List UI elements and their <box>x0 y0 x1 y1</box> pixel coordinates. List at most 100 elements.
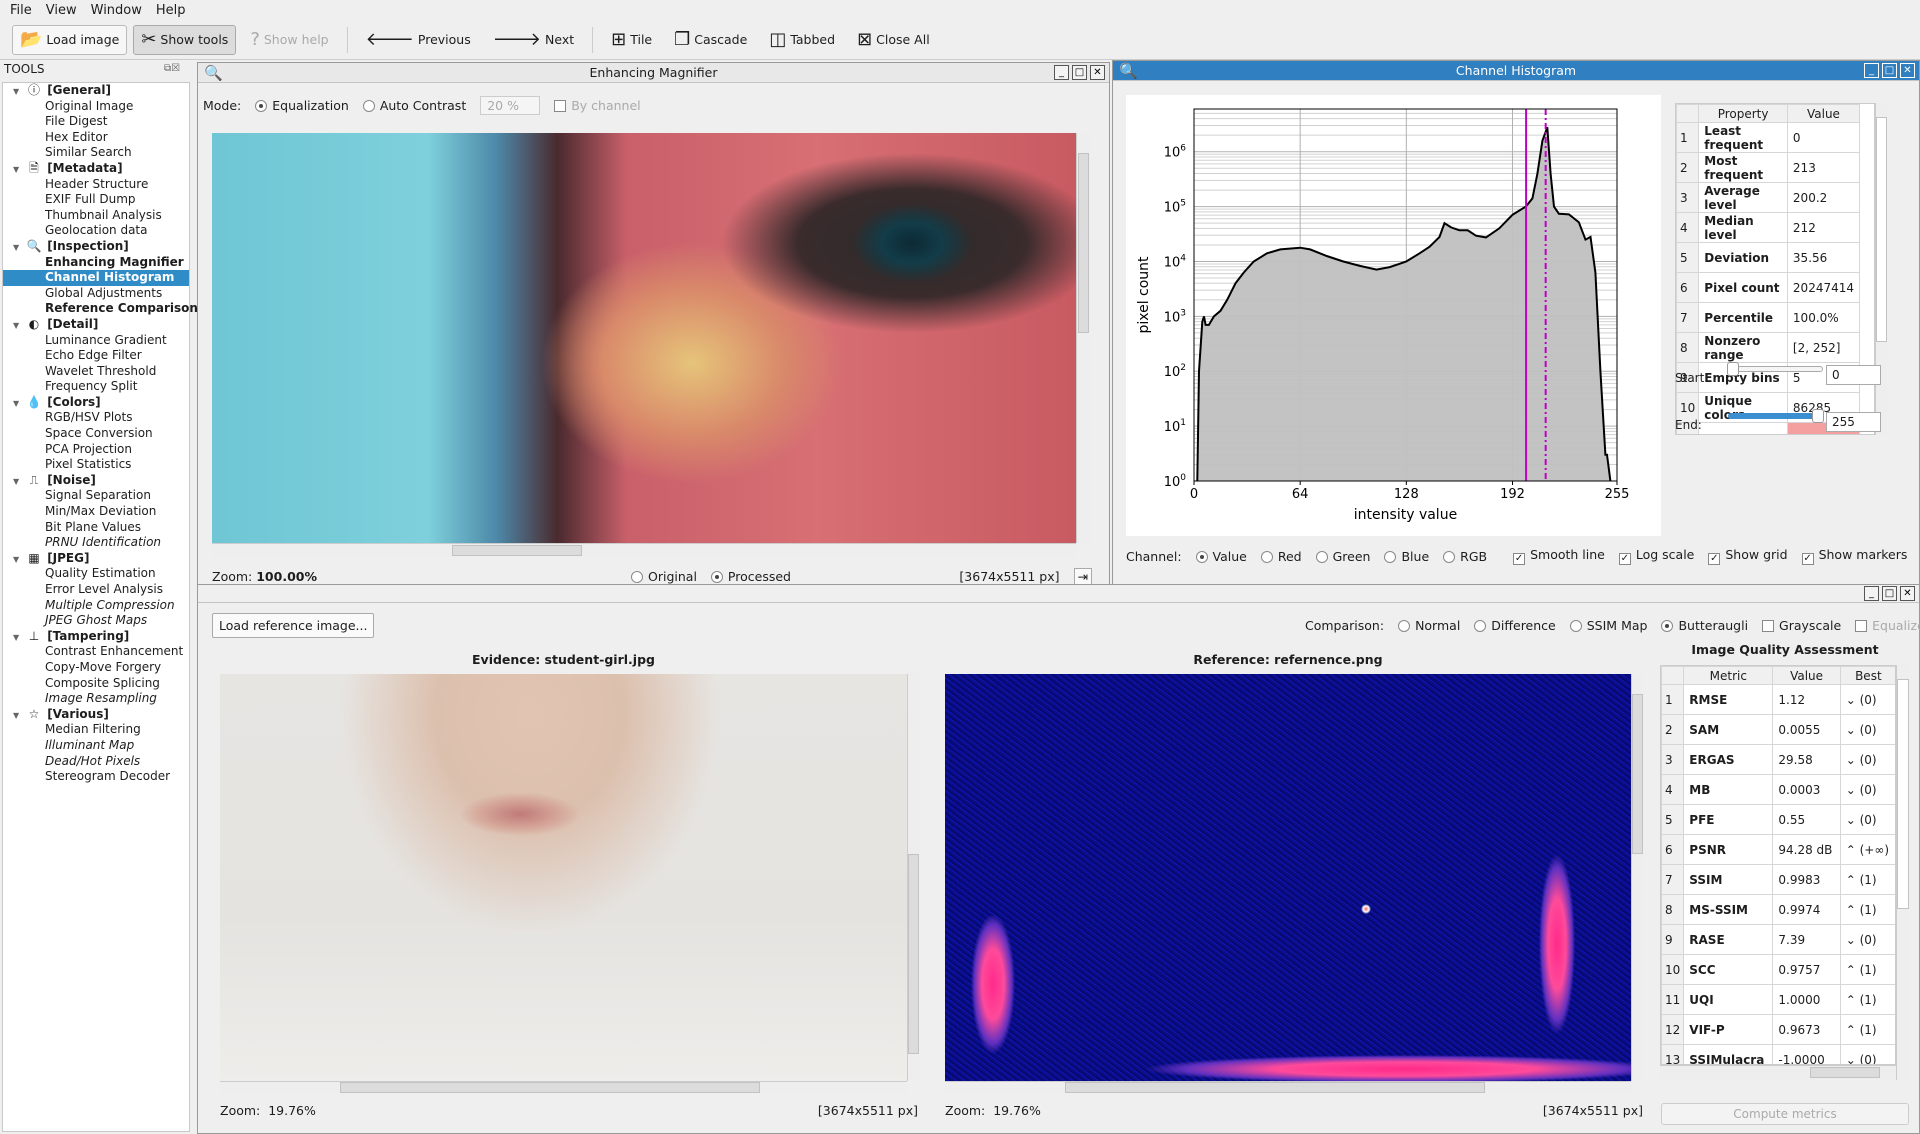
evidence-image[interactable] <box>220 674 907 1081</box>
compute-metrics-button[interactable]: Compute metrics <box>1661 1103 1909 1125</box>
percent-spinbox[interactable]: 20 % <box>480 96 541 115</box>
mode-radio-normal[interactable]: Normal <box>1398 618 1460 633</box>
tree-item[interactable]: Header Structure <box>3 177 189 193</box>
menu-view[interactable]: View <box>46 3 77 18</box>
statistics-table[interactable]: Property Value 1 Least frequent 0 2 Most frequ… <box>1675 103 1875 435</box>
table-row[interactable]: 1 RMSE 1.12 ⌄ (0) <box>1661 684 1895 715</box>
tree-item[interactable]: File Digest <box>3 114 189 130</box>
expand-arrow-icon[interactable]: ▼ <box>13 318 25 334</box>
expand-arrow-icon[interactable]: ▼ <box>13 240 25 256</box>
cascade-button[interactable]: ❐ Cascade <box>666 25 755 55</box>
tree-item[interactable]: Reference Comparison <box>3 301 198 317</box>
tree-item[interactable]: Illuminant Map <box>3 738 189 754</box>
original-radio[interactable]: Original <box>631 569 697 584</box>
tree-item[interactable]: Error Level Analysis <box>3 582 189 598</box>
table-row[interactable]: 4 MB 0.0003 ⌄ (0) <box>1661 774 1895 805</box>
iqa-vscrollbar[interactable] <box>1896 665 1909 1080</box>
expand-arrow-icon[interactable]: ▼ <box>13 552 25 568</box>
tree-item[interactable]: Stereogram Decoder <box>3 769 189 785</box>
show-markers-checkbox[interactable]: ✓ Show markers <box>1801 547 1907 565</box>
minimize-button[interactable]: _ <box>1864 586 1879 601</box>
column-header[interactable]: Best <box>1839 666 1895 685</box>
tree-item[interactable]: Wavelet Threshold <box>3 364 189 380</box>
channel-radio-blue[interactable]: Blue <box>1384 549 1429 564</box>
tree-item[interactable]: EXIF Full Dump <box>3 192 189 208</box>
tree-item[interactable]: Multiple Compression <box>3 598 189 614</box>
tree-group[interactable]: ▼ 💧 [Colors] <box>3 395 189 411</box>
tree-item[interactable]: Hex Editor <box>3 130 189 146</box>
equalization-radio[interactable]: Equalization <box>255 98 349 113</box>
auto-contrast-radio[interactable]: Auto Contrast <box>362 98 466 113</box>
show-grid-checkbox[interactable]: ✓ Show grid <box>1708 547 1788 565</box>
tree-item[interactable]: Signal Separation <box>3 488 189 504</box>
close-button[interactable]: ✕ <box>1900 63 1915 78</box>
table-row[interactable]: 7 Percentile 100.0% <box>1676 302 1861 333</box>
tree-item[interactable]: Quality Estimation <box>3 566 189 582</box>
show-tools-button[interactable]: ✂ Show tools <box>133 24 237 55</box>
expand-arrow-icon[interactable]: ▼ <box>13 630 25 646</box>
vertical-scrollbar[interactable] <box>1076 133 1090 543</box>
table-row[interactable]: 13 SSIMulacra -1.0000 ⌄ (0) <box>1661 1044 1895 1064</box>
column-header[interactable]: Value <box>1786 104 1861 123</box>
tree-item[interactable]: PCA Projection <box>3 442 189 458</box>
by-channel-checkbox[interactable]: By channel <box>554 98 641 113</box>
log-scale-checkbox[interactable]: ✓ Log scale <box>1618 547 1694 565</box>
tree-item[interactable]: Dead/Hot Pixels <box>3 754 189 770</box>
minimize-button[interactable]: _ <box>1864 63 1879 78</box>
iqa-hscrollbar[interactable] <box>1660 1065 1896 1079</box>
tree-group[interactable]: ▼ ⎍ [Noise] <box>3 473 189 489</box>
tree-group[interactable]: ▼ ▦ [JPEG] <box>3 551 189 567</box>
close-button[interactable]: ✕ <box>1900 586 1915 601</box>
table-row[interactable]: 4 Median level 212 <box>1676 212 1861 243</box>
tree-item[interactable]: Geolocation data <box>3 223 189 239</box>
equalized-checkbox[interactable]: Equalized <box>1855 618 1920 633</box>
tree-item[interactable]: Global Adjustments <box>3 286 189 302</box>
table-row[interactable]: 2 Most frequent 213 <box>1676 152 1861 183</box>
minimize-button[interactable]: _ <box>1054 65 1069 80</box>
menu-window[interactable]: Window <box>91 3 142 18</box>
expand-arrow-icon[interactable]: ▼ <box>13 708 25 724</box>
tree-item[interactable]: Original Image <box>3 99 189 115</box>
menu-file[interactable]: File <box>10 3 32 18</box>
tree-group[interactable]: ▼ ⊥ [Tampering] <box>3 629 189 645</box>
next-button[interactable]: 🡒 Next <box>485 25 582 55</box>
close-button[interactable]: ✕ <box>1090 65 1105 80</box>
channel-radio-rgb[interactable]: RGB <box>1443 549 1487 564</box>
channel-radio-green[interactable]: Green <box>1315 549 1370 564</box>
load-reference-button[interactable]: Load reference image... <box>212 613 375 638</box>
tree-item[interactable]: Copy-Move Forgery <box>3 660 189 676</box>
table-row[interactable]: 1 Least frequent 0 <box>1676 122 1861 153</box>
reference-vscrollbar[interactable] <box>1631 674 1643 1081</box>
evidence-vscrollbar[interactable] <box>907 674 919 1081</box>
table-row[interactable]: 6 Pixel count 20247414 <box>1676 272 1861 303</box>
tools-tree[interactable]: ▼ ⓘ [General] Original Image File Digest Hex… <box>2 82 198 1132</box>
table-row[interactable]: 8 MS-SSIM 0.9974 ⌃ (1) <box>1661 894 1895 925</box>
horizontal-scrollbar[interactable] <box>212 543 1076 557</box>
tree-item[interactable]: Contrast Enhancement <box>3 644 189 660</box>
column-header[interactable]: Property <box>1698 104 1788 123</box>
table-row[interactable]: 3 ERGAS 29.58 ⌄ (0) <box>1661 744 1895 775</box>
table-row[interactable]: 7 SSIM 0.9983 ⌃ (1) <box>1661 864 1895 895</box>
table-row[interactable]: 5 PFE 0.55 ⌄ (0) <box>1661 804 1895 835</box>
close-all-button[interactable]: ⊠ Close All <box>849 25 938 55</box>
tree-item[interactable]: Median Filtering <box>3 722 189 738</box>
start-spinbox[interactable]: 0 <box>1826 365 1881 385</box>
tree-item[interactable]: Space Conversion <box>3 426 189 442</box>
table-row[interactable]: 2 SAM 0.0055 ⌄ (0) <box>1661 714 1895 745</box>
tree-item[interactable]: Thumbnail Analysis <box>3 208 189 224</box>
expand-arrow-icon[interactable]: ▼ <box>13 162 25 178</box>
dock-float-close-icons[interactable]: ⧉☒ <box>164 63 180 74</box>
export-button[interactable]: ⇥ <box>1073 568 1092 585</box>
table-row[interactable]: 9 RASE 7.39 ⌄ (0) <box>1661 924 1895 955</box>
tree-item[interactable]: Similar Search <box>3 145 189 161</box>
tree-item[interactable]: Pixel Statistics <box>3 457 189 473</box>
iqa-table[interactable]: Metric Value Best 1 RMSE 1.12 ⌄ (0) 2 SAM 0.0055 ⌄… <box>1660 665 1896 1065</box>
evidence-hscrollbar[interactable] <box>220 1081 907 1093</box>
maximize-button[interactable]: □ <box>1072 65 1087 80</box>
magnifier-title-bar[interactable]: 🔍 Enhancing Magnifier _ □ ✕ <box>198 63 1109 83</box>
tree-item[interactable]: Enhancing Magnifier <box>3 255 189 271</box>
comparison-title-bar[interactable]: _ □ ✕ <box>198 585 1919 603</box>
reference-hscrollbar[interactable] <box>945 1081 1631 1093</box>
load-image-button[interactable]: 📂 Load image <box>12 24 128 55</box>
table-row[interactable]: 11 UQI 1.0000 ⌃ (1) <box>1661 984 1895 1015</box>
